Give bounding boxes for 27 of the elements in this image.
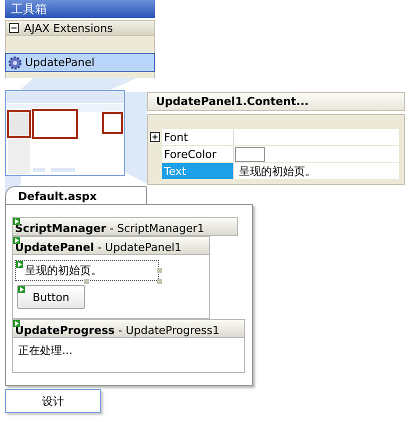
panel-title: UpdatePanel1.Content... xyxy=(147,92,405,111)
property-name[interactable]: Font xyxy=(162,129,233,145)
smart-tag-icon[interactable] xyxy=(13,320,20,327)
property-name[interactable]: ForeColor xyxy=(162,146,233,162)
control-header[interactable]: UpdateProgress - UpdateProgress1 xyxy=(12,319,245,338)
toolbox-group-header[interactable]: AJAX Extensions xyxy=(5,20,155,36)
smart-tag-icon[interactable] xyxy=(13,218,20,225)
document-tab[interactable]: Default.aspx xyxy=(5,186,147,205)
view-tab[interactable]: 设计 xyxy=(5,389,101,413)
control-header[interactable]: UpdatePanel - UpdatePanel1 xyxy=(12,236,210,255)
button-control[interactable]: Button xyxy=(17,285,85,309)
expand-icon[interactable] xyxy=(150,132,160,142)
resize-handle[interactable] xyxy=(157,268,162,273)
resize-handle[interactable] xyxy=(84,279,89,284)
resize-handle[interactable] xyxy=(157,279,162,284)
smart-tag-icon[interactable] xyxy=(16,261,23,268)
control-header[interactable]: ScriptManager - ScriptManager1 xyxy=(12,217,238,236)
smart-tag-icon[interactable] xyxy=(18,286,25,293)
smart-tag-icon[interactable] xyxy=(13,237,20,244)
progress-text: 正在处理... xyxy=(17,343,74,358)
toolbox-item[interactable]: UpdatePanel xyxy=(5,53,155,72)
collapse-icon[interactable] xyxy=(9,23,19,33)
label-control[interactable]: 呈现的初始页。 xyxy=(15,260,159,281)
property-value[interactable]: 呈现的初始页。 xyxy=(233,163,399,179)
color-swatch[interactable] xyxy=(235,146,265,162)
gear-icon xyxy=(8,56,22,70)
toolbox-title: 工具箱 xyxy=(5,0,155,18)
